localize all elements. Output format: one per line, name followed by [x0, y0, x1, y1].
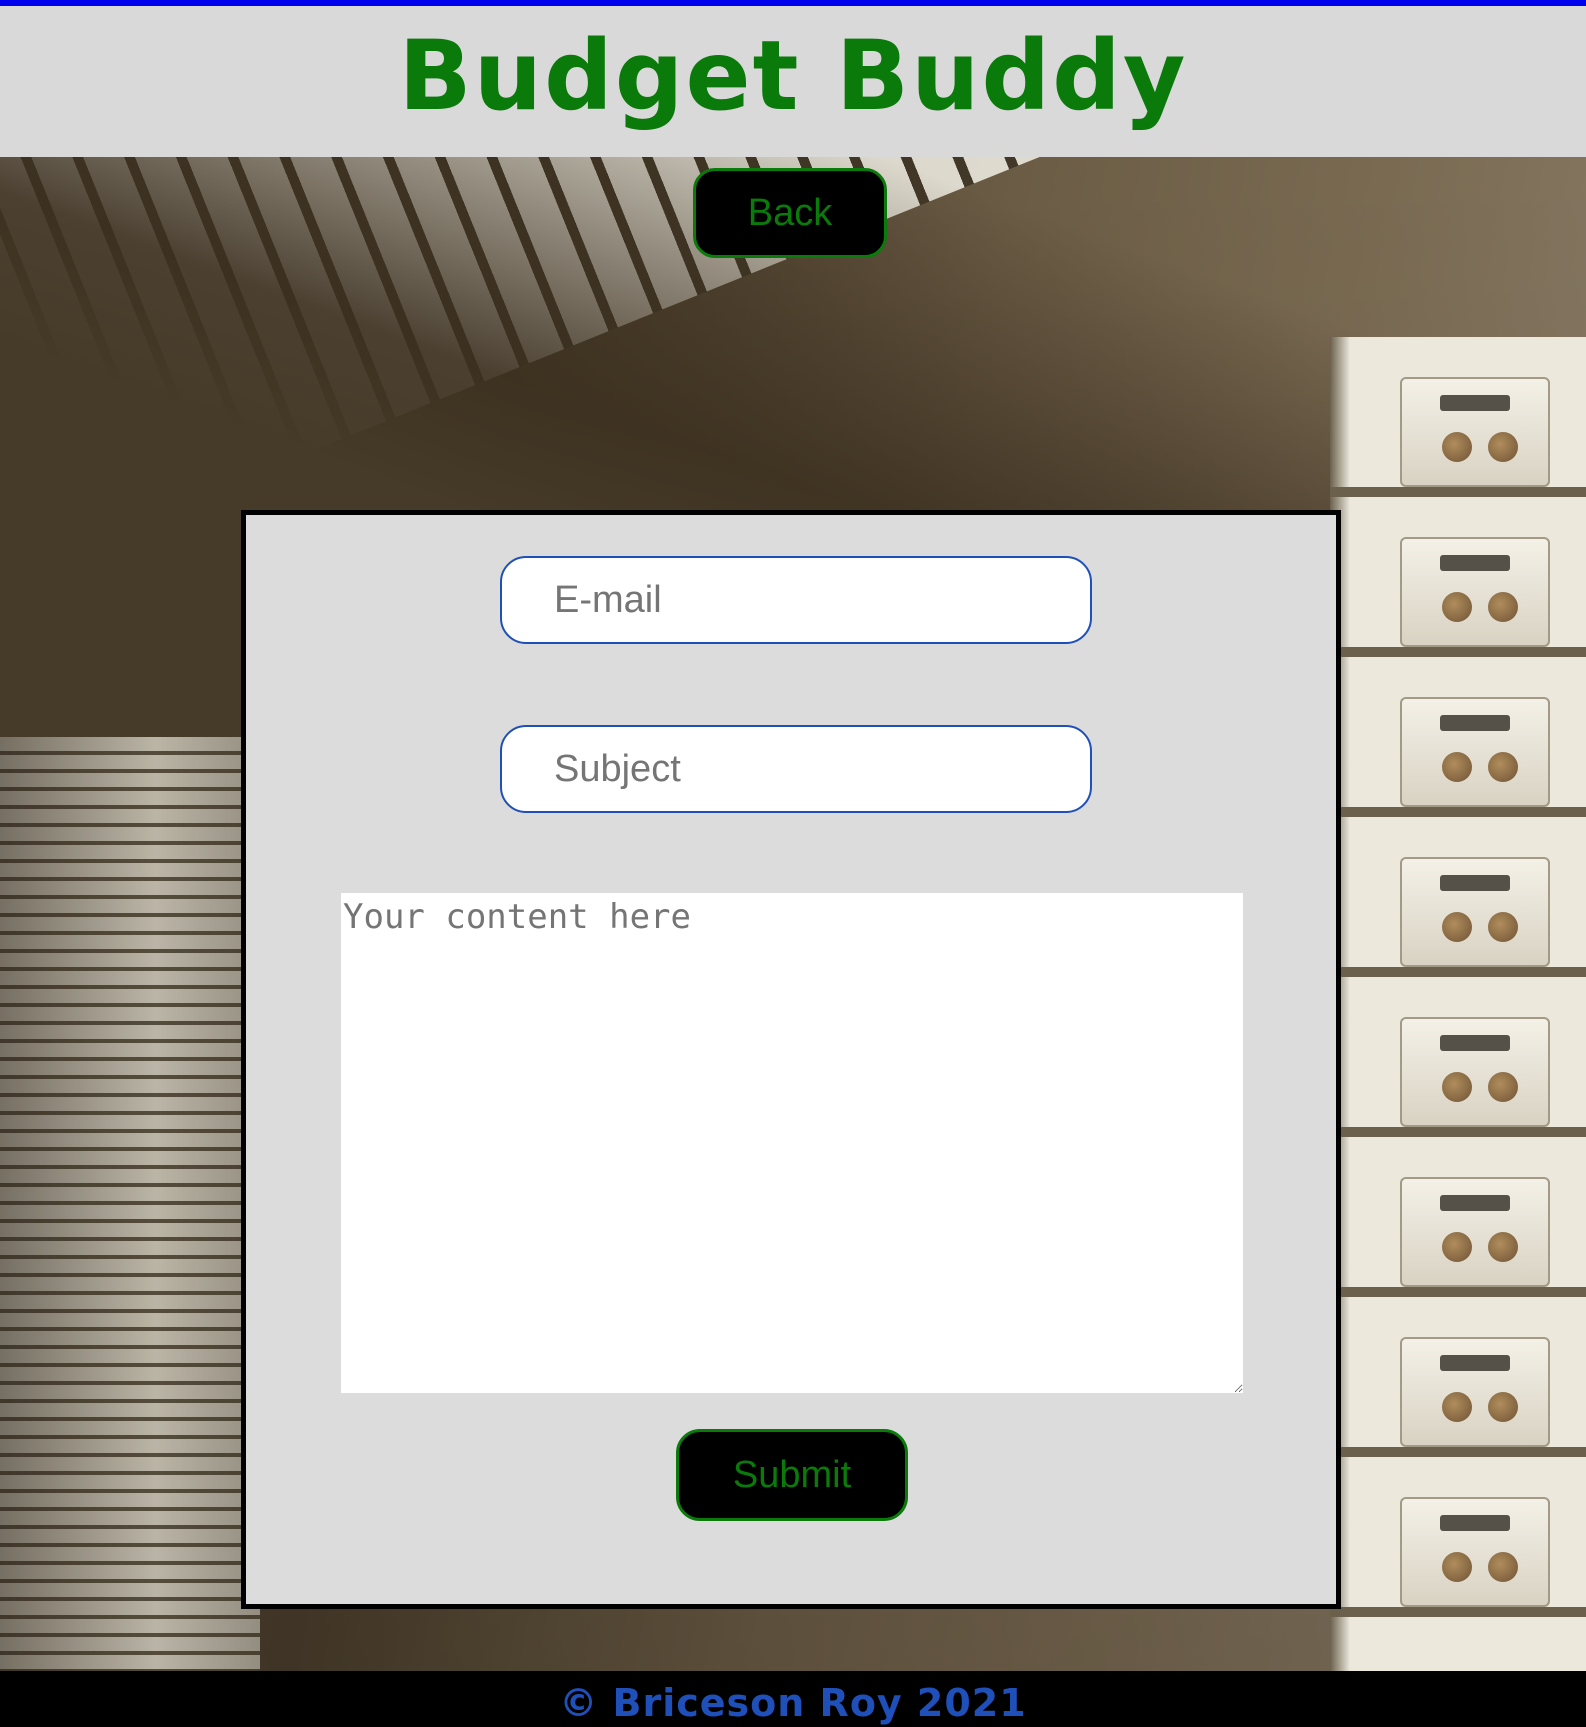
- deposit-box: [1400, 697, 1550, 807]
- deposit-box: [1400, 377, 1550, 487]
- message-textarea[interactable]: [341, 893, 1243, 1393]
- subject-field[interactable]: [500, 725, 1092, 813]
- site-footer: © Briceson Roy 2021: [0, 1671, 1586, 1727]
- site-title: Budget Buddy: [398, 19, 1188, 132]
- deposit-box: [1400, 1177, 1550, 1287]
- deposit-box: [1400, 1017, 1550, 1127]
- email-field[interactable]: [500, 556, 1092, 644]
- back-button[interactable]: Back: [693, 168, 887, 258]
- copyright-text: © Briceson Roy 2021: [559, 1681, 1027, 1725]
- deposit-box: [1400, 857, 1550, 967]
- submit-button[interactable]: Submit: [676, 1429, 908, 1521]
- deposit-box: [1400, 537, 1550, 647]
- contact-form: Submit: [241, 510, 1341, 1609]
- background-left-wall-shade: [0, 737, 260, 1671]
- deposit-box: [1400, 1497, 1550, 1607]
- deposit-box: [1400, 1337, 1550, 1447]
- site-header: Budget Buddy: [0, 6, 1586, 157]
